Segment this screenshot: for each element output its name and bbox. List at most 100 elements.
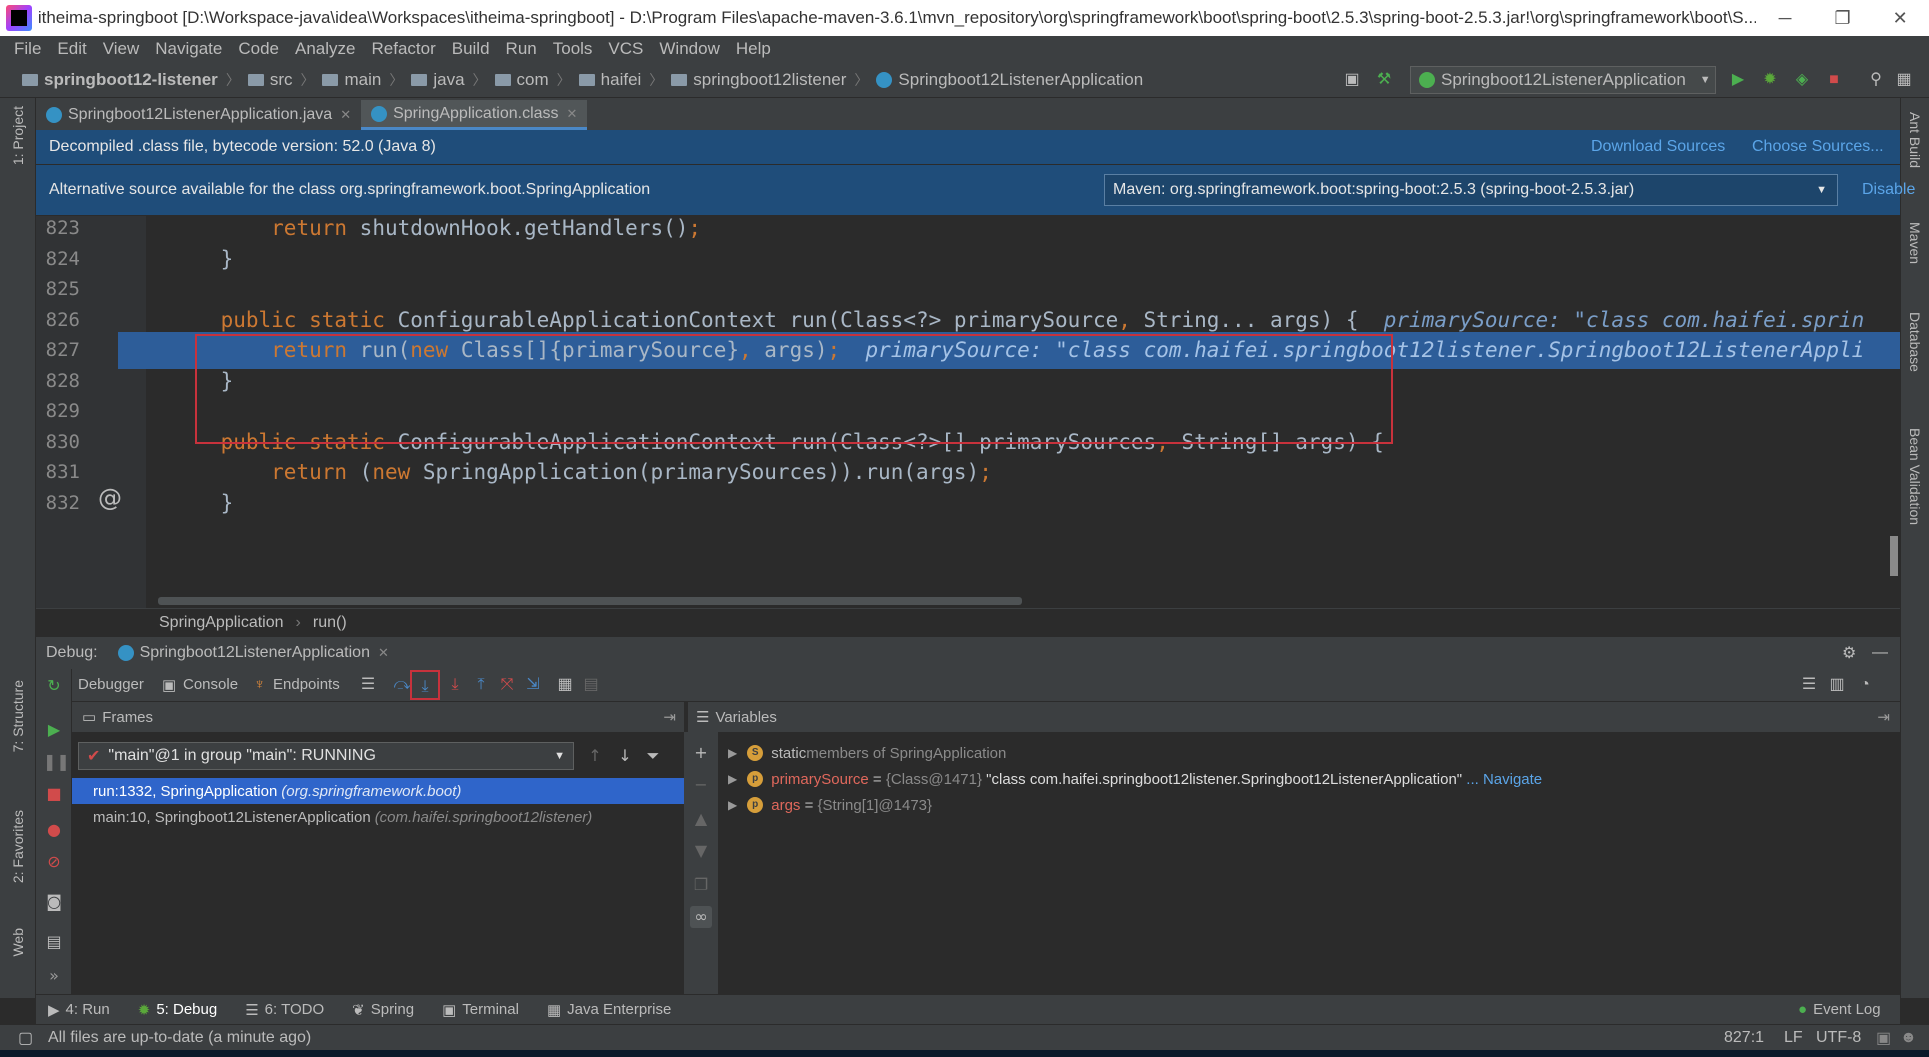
copy-icon[interactable]: ❐ xyxy=(690,874,712,896)
line-number[interactable]: 832 xyxy=(36,485,80,522)
tool-todo[interactable]: ☰ 6: TODO xyxy=(245,1001,324,1019)
step-into-icon[interactable]: ⤓ xyxy=(410,670,440,700)
project-structure-icon[interactable]: ▣ xyxy=(1342,70,1362,90)
thread-select[interactable]: ✔ "main"@1 in group "main": RUNNING ▼ xyxy=(78,742,574,770)
remove-watch-icon[interactable]: − xyxy=(690,774,712,796)
variable-row[interactable]: ▶ p args = {String[1]@1473} xyxy=(728,792,932,818)
close-session-icon[interactable]: ✕ xyxy=(378,645,389,661)
breadcrumb-project[interactable]: springboot12-listener xyxy=(44,70,218,90)
event-log-button[interactable]: ● Event Log xyxy=(1798,1001,1881,1018)
view-breakpoints-icon[interactable]: ● xyxy=(43,819,65,841)
tool-terminal[interactable]: ▣ Terminal xyxy=(442,1001,519,1019)
tool-database[interactable]: Database xyxy=(1907,312,1923,372)
menu-view[interactable]: View xyxy=(103,39,140,59)
code-editor[interactable]: 823 return shutdownHook.getHandlers(); 82… xyxy=(36,216,1900,608)
gear-icon[interactable]: ⚙ xyxy=(1842,643,1856,663)
breadcrumb-item[interactable]: com xyxy=(517,70,549,90)
camera-icon[interactable]: ◙ xyxy=(43,891,65,913)
inspector-icon[interactable]: ☻ xyxy=(1900,1029,1917,1047)
download-sources-link[interactable]: Download Sources xyxy=(1591,138,1725,156)
pin-icon[interactable]: ⇥ xyxy=(1877,708,1890,726)
expand-icon[interactable]: ▶ xyxy=(728,798,737,812)
stop-icon[interactable]: ■ xyxy=(43,783,65,805)
breadcrumb-item[interactable]: main xyxy=(344,70,381,90)
resume-icon[interactable]: ▶ xyxy=(43,719,65,741)
restore-button[interactable]: ❐ xyxy=(1814,8,1872,29)
debug-session-tab[interactable]: Springboot12ListenerApplication xyxy=(140,644,370,662)
evaluate-expression-icon[interactable]: ▦ xyxy=(554,674,576,696)
layout-icon[interactable]: ▤ xyxy=(43,931,65,953)
maven-source-select[interactable]: Maven: org.springframework.boot:spring-b… xyxy=(1104,174,1838,206)
tool-spring[interactable]: ❦ Spring xyxy=(352,1001,414,1019)
stop-icon[interactable]: ■ xyxy=(1824,70,1844,90)
run-icon[interactable]: ▶ xyxy=(1728,70,1748,90)
step-out-icon[interactable]: ⤒ xyxy=(470,674,492,696)
frame-row[interactable]: run:1332, SpringApplication (org.springf… xyxy=(72,778,684,804)
tab-springapplication-class[interactable]: SpringApplication.class ✕ xyxy=(361,100,588,130)
menu-edit[interactable]: Edit xyxy=(57,39,86,59)
add-watch-icon[interactable]: + xyxy=(690,742,712,764)
breadcrumb-item[interactable]: springboot12listener xyxy=(693,70,846,90)
editor-scrollbar[interactable] xyxy=(1890,536,1898,576)
tool-maven[interactable]: Maven xyxy=(1907,222,1923,264)
frame-row[interactable]: main:10, Springboot12ListenerApplication… xyxy=(72,804,684,830)
layout-settings-icon[interactable]: ▥ xyxy=(1826,674,1848,696)
tool-debug[interactable]: ✹ 5: Debug xyxy=(138,1001,217,1019)
variable-row[interactable]: ▶ p primarySource = {Class@1471} "class … xyxy=(728,766,1542,792)
pause-icon[interactable]: ❚❚ xyxy=(43,751,70,773)
line-separator[interactable]: LF xyxy=(1784,1029,1803,1047)
search-icon[interactable]: ⚲ xyxy=(1866,70,1886,90)
coverage-icon[interactable]: ◈ xyxy=(1792,70,1812,90)
pin-icon[interactable]: ⇥ xyxy=(663,708,676,726)
file-encoding[interactable]: UTF-8 xyxy=(1816,1029,1861,1047)
tab-debugger[interactable]: Debugger xyxy=(78,676,144,693)
expand-icon[interactable]: ▶ xyxy=(728,746,737,760)
cursor-position[interactable]: 827:1 xyxy=(1724,1029,1764,1047)
variable-row[interactable]: ▶ S static members of SpringApplication xyxy=(728,740,1006,766)
drop-frame-icon[interactable]: ⤧ xyxy=(496,674,518,696)
lock-icon[interactable]: ▣ xyxy=(1876,1028,1891,1048)
tool-structure[interactable]: 7: Structure xyxy=(10,680,26,752)
menu-build[interactable]: Build xyxy=(452,39,490,59)
close-tab-icon[interactable]: ✕ xyxy=(567,106,578,122)
layout-icon[interactable]: ▦ xyxy=(1894,70,1914,90)
menu-navigate[interactable]: Navigate xyxy=(155,39,222,59)
menu-code[interactable]: Code xyxy=(238,39,279,59)
filter-icon[interactable]: ⏷ xyxy=(642,745,664,767)
memory-icon[interactable]: ◔ xyxy=(1854,674,1876,696)
override-marker-icon[interactable]: @ xyxy=(98,484,122,512)
debug-icon[interactable]: ✹ xyxy=(1760,70,1780,90)
breadcrumb-item[interactable]: haifei xyxy=(601,70,642,90)
frame-up-icon[interactable]: ↑ xyxy=(584,745,606,767)
breadcrumb-item[interactable]: java xyxy=(433,70,464,90)
close-button[interactable]: ✕ xyxy=(1871,8,1929,29)
mute-breakpoints-icon[interactable]: ⊘ xyxy=(43,851,65,873)
run-config-select[interactable]: Springboot12ListenerApplication ▼ xyxy=(1410,66,1716,94)
bc-method[interactable]: run() xyxy=(313,614,347,632)
tab-console[interactable]: Console xyxy=(183,676,238,693)
trace-icon[interactable]: ▤ xyxy=(580,674,602,696)
navigate-link[interactable]: ... Navigate xyxy=(1462,771,1542,788)
tool-project[interactable]: 1: Project xyxy=(10,106,26,165)
menu-window[interactable]: Window xyxy=(659,39,719,59)
more-icon[interactable]: » xyxy=(43,965,65,987)
frame-down-icon[interactable]: ↓ xyxy=(614,745,636,767)
menu-refactor[interactable]: Refactor xyxy=(371,39,435,59)
tab-springboot12listenerapplication-java[interactable]: Springboot12ListenerApplication.java ✕ xyxy=(36,100,361,130)
move-up-icon[interactable]: ▲ xyxy=(690,808,712,830)
watches-toggle-icon[interactable]: ∞ xyxy=(690,906,712,928)
menu-run[interactable]: Run xyxy=(506,39,537,59)
menu-tools[interactable]: Tools xyxy=(553,39,593,59)
tool-web[interactable]: Web xyxy=(10,928,26,957)
run-to-cursor-icon[interactable]: ⇲ xyxy=(522,674,544,696)
breadcrumb-item[interactable]: src xyxy=(270,70,293,90)
code-line[interactable]: 832 } xyxy=(36,485,1900,522)
menu-file[interactable]: File xyxy=(14,39,41,59)
force-step-into-icon[interactable]: ⤓ xyxy=(444,674,466,696)
disable-link[interactable]: Disable xyxy=(1862,181,1915,199)
show-execution-point-icon[interactable]: ☰ xyxy=(357,674,379,696)
expand-icon[interactable]: ▶ xyxy=(728,772,737,786)
hide-icon[interactable]: — xyxy=(1872,644,1888,662)
tool-java-enterprise[interactable]: ▦ Java Enterprise xyxy=(547,1001,671,1019)
editor-horizontal-scrollbar[interactable] xyxy=(158,597,1022,605)
